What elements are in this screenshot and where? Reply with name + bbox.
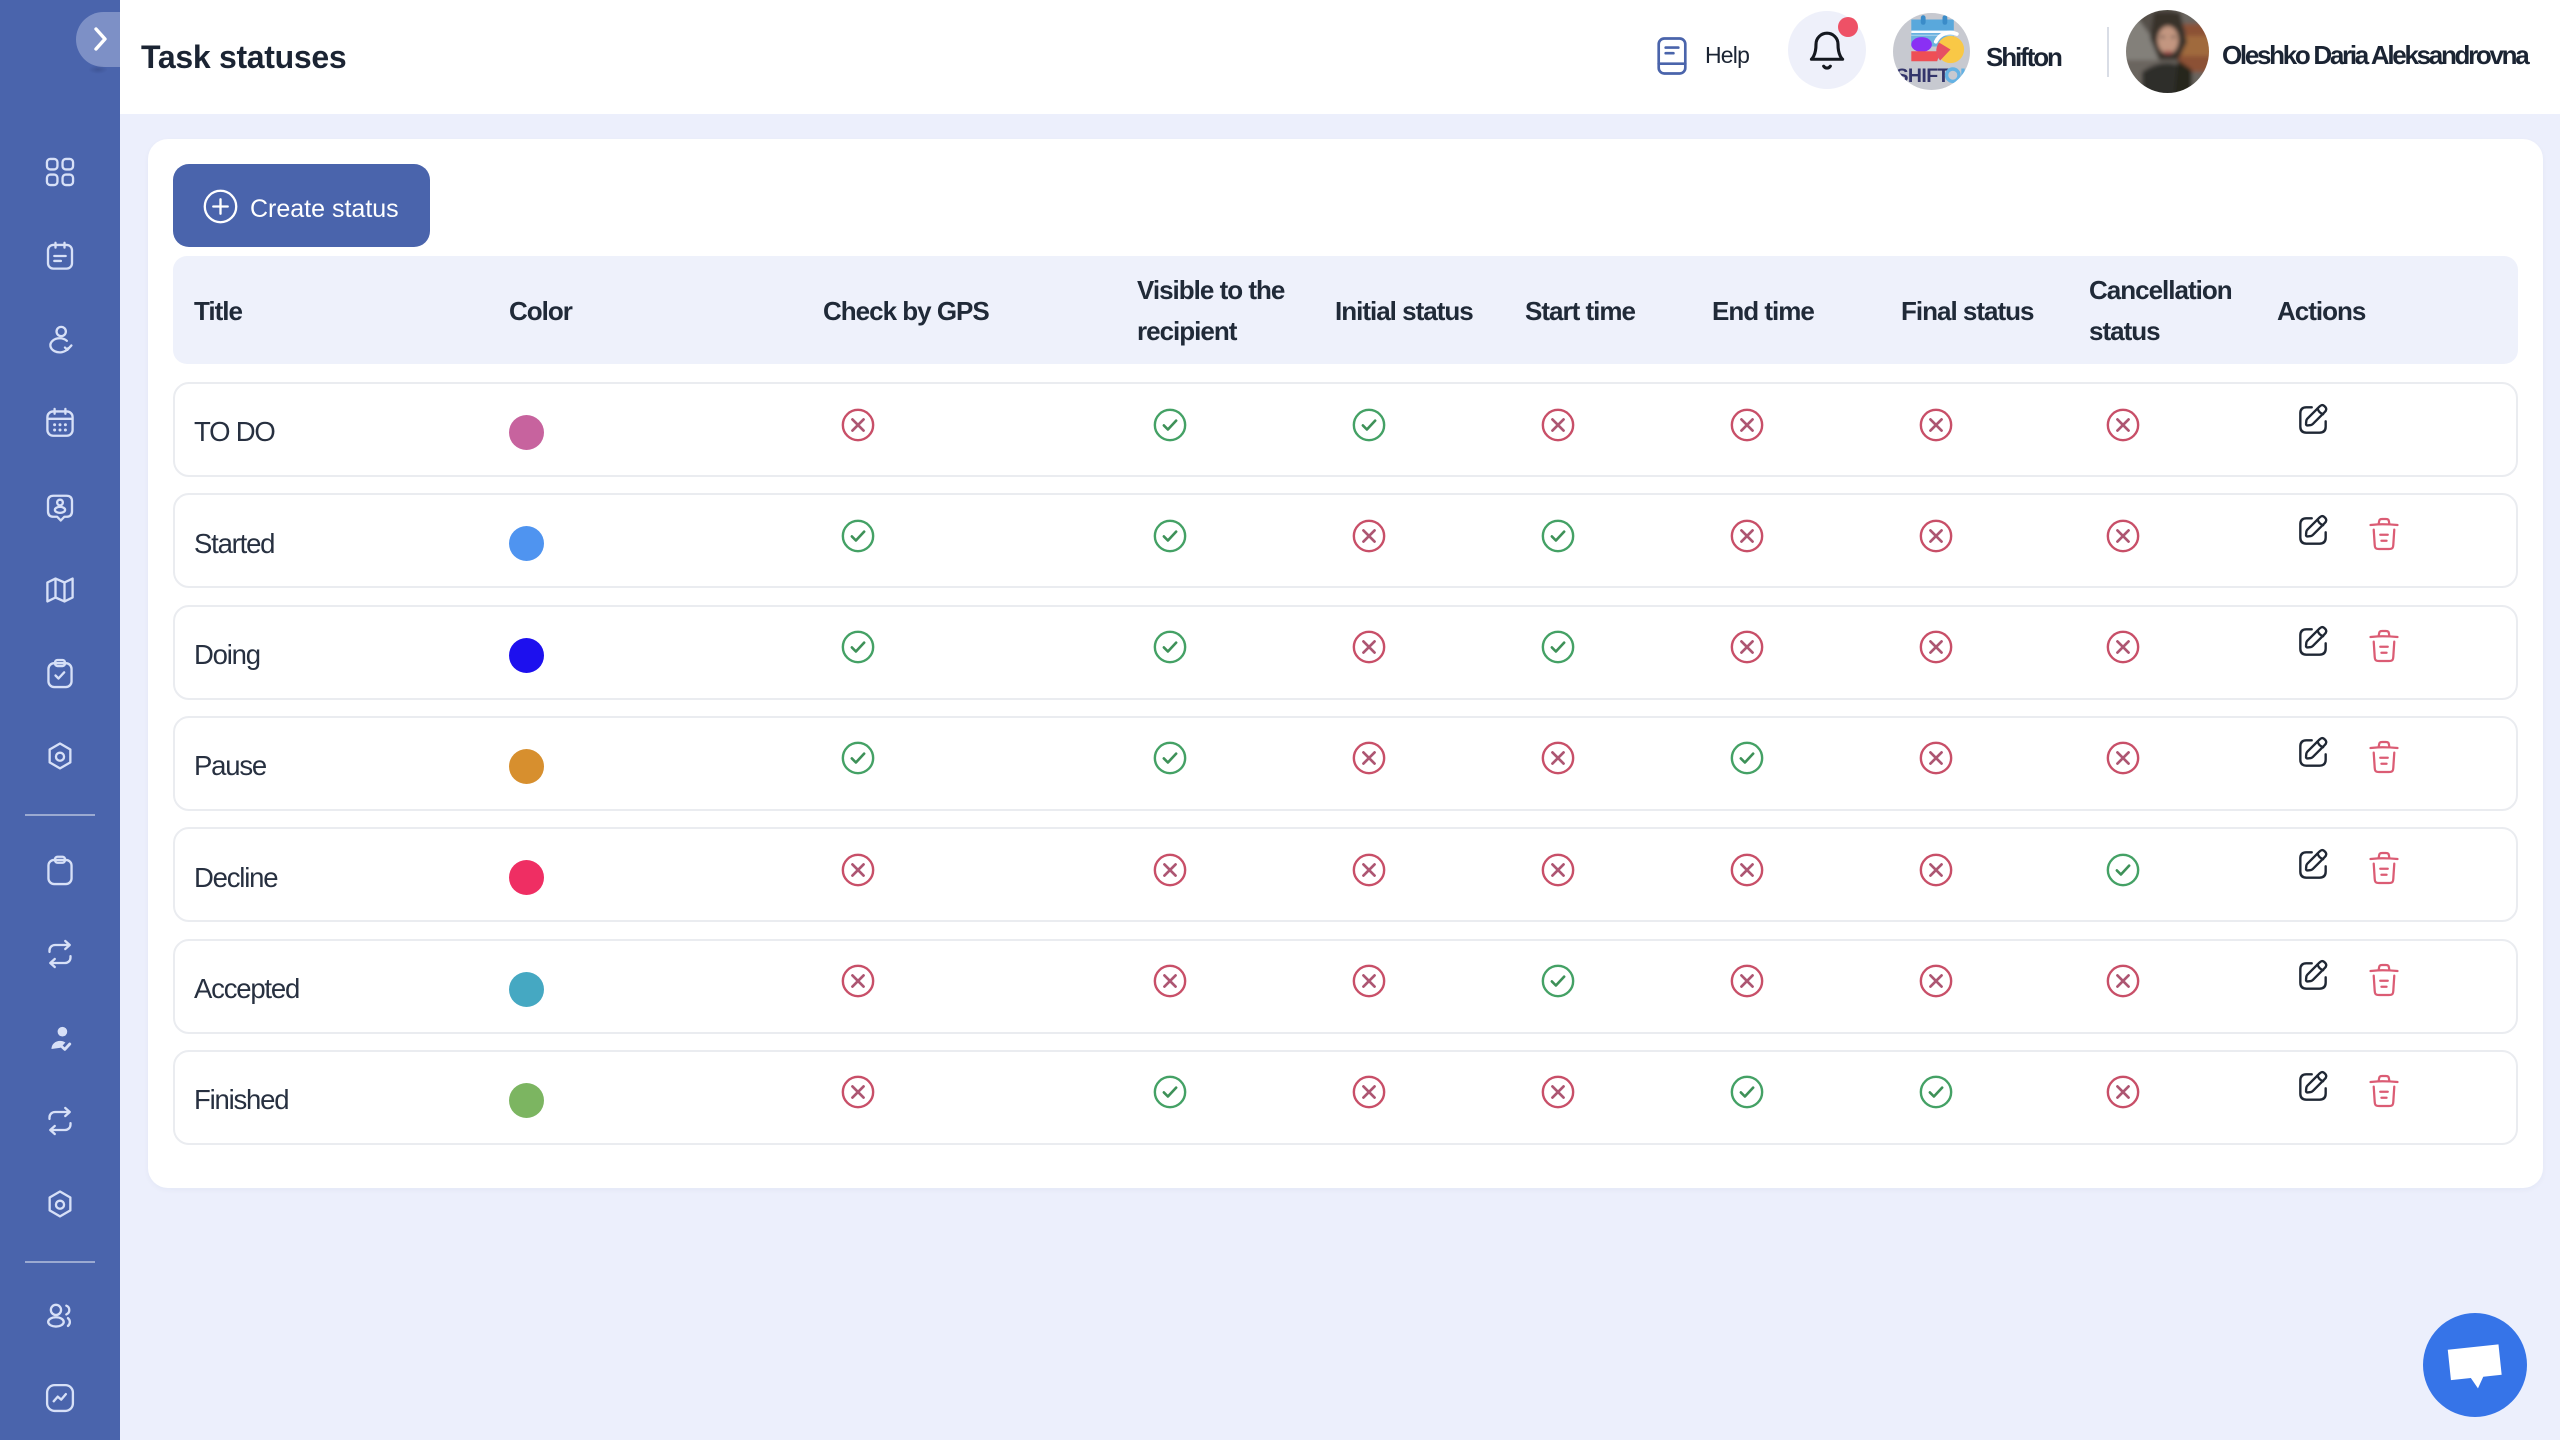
svg-text:SHIFT: SHIFT <box>1895 65 1949 87</box>
